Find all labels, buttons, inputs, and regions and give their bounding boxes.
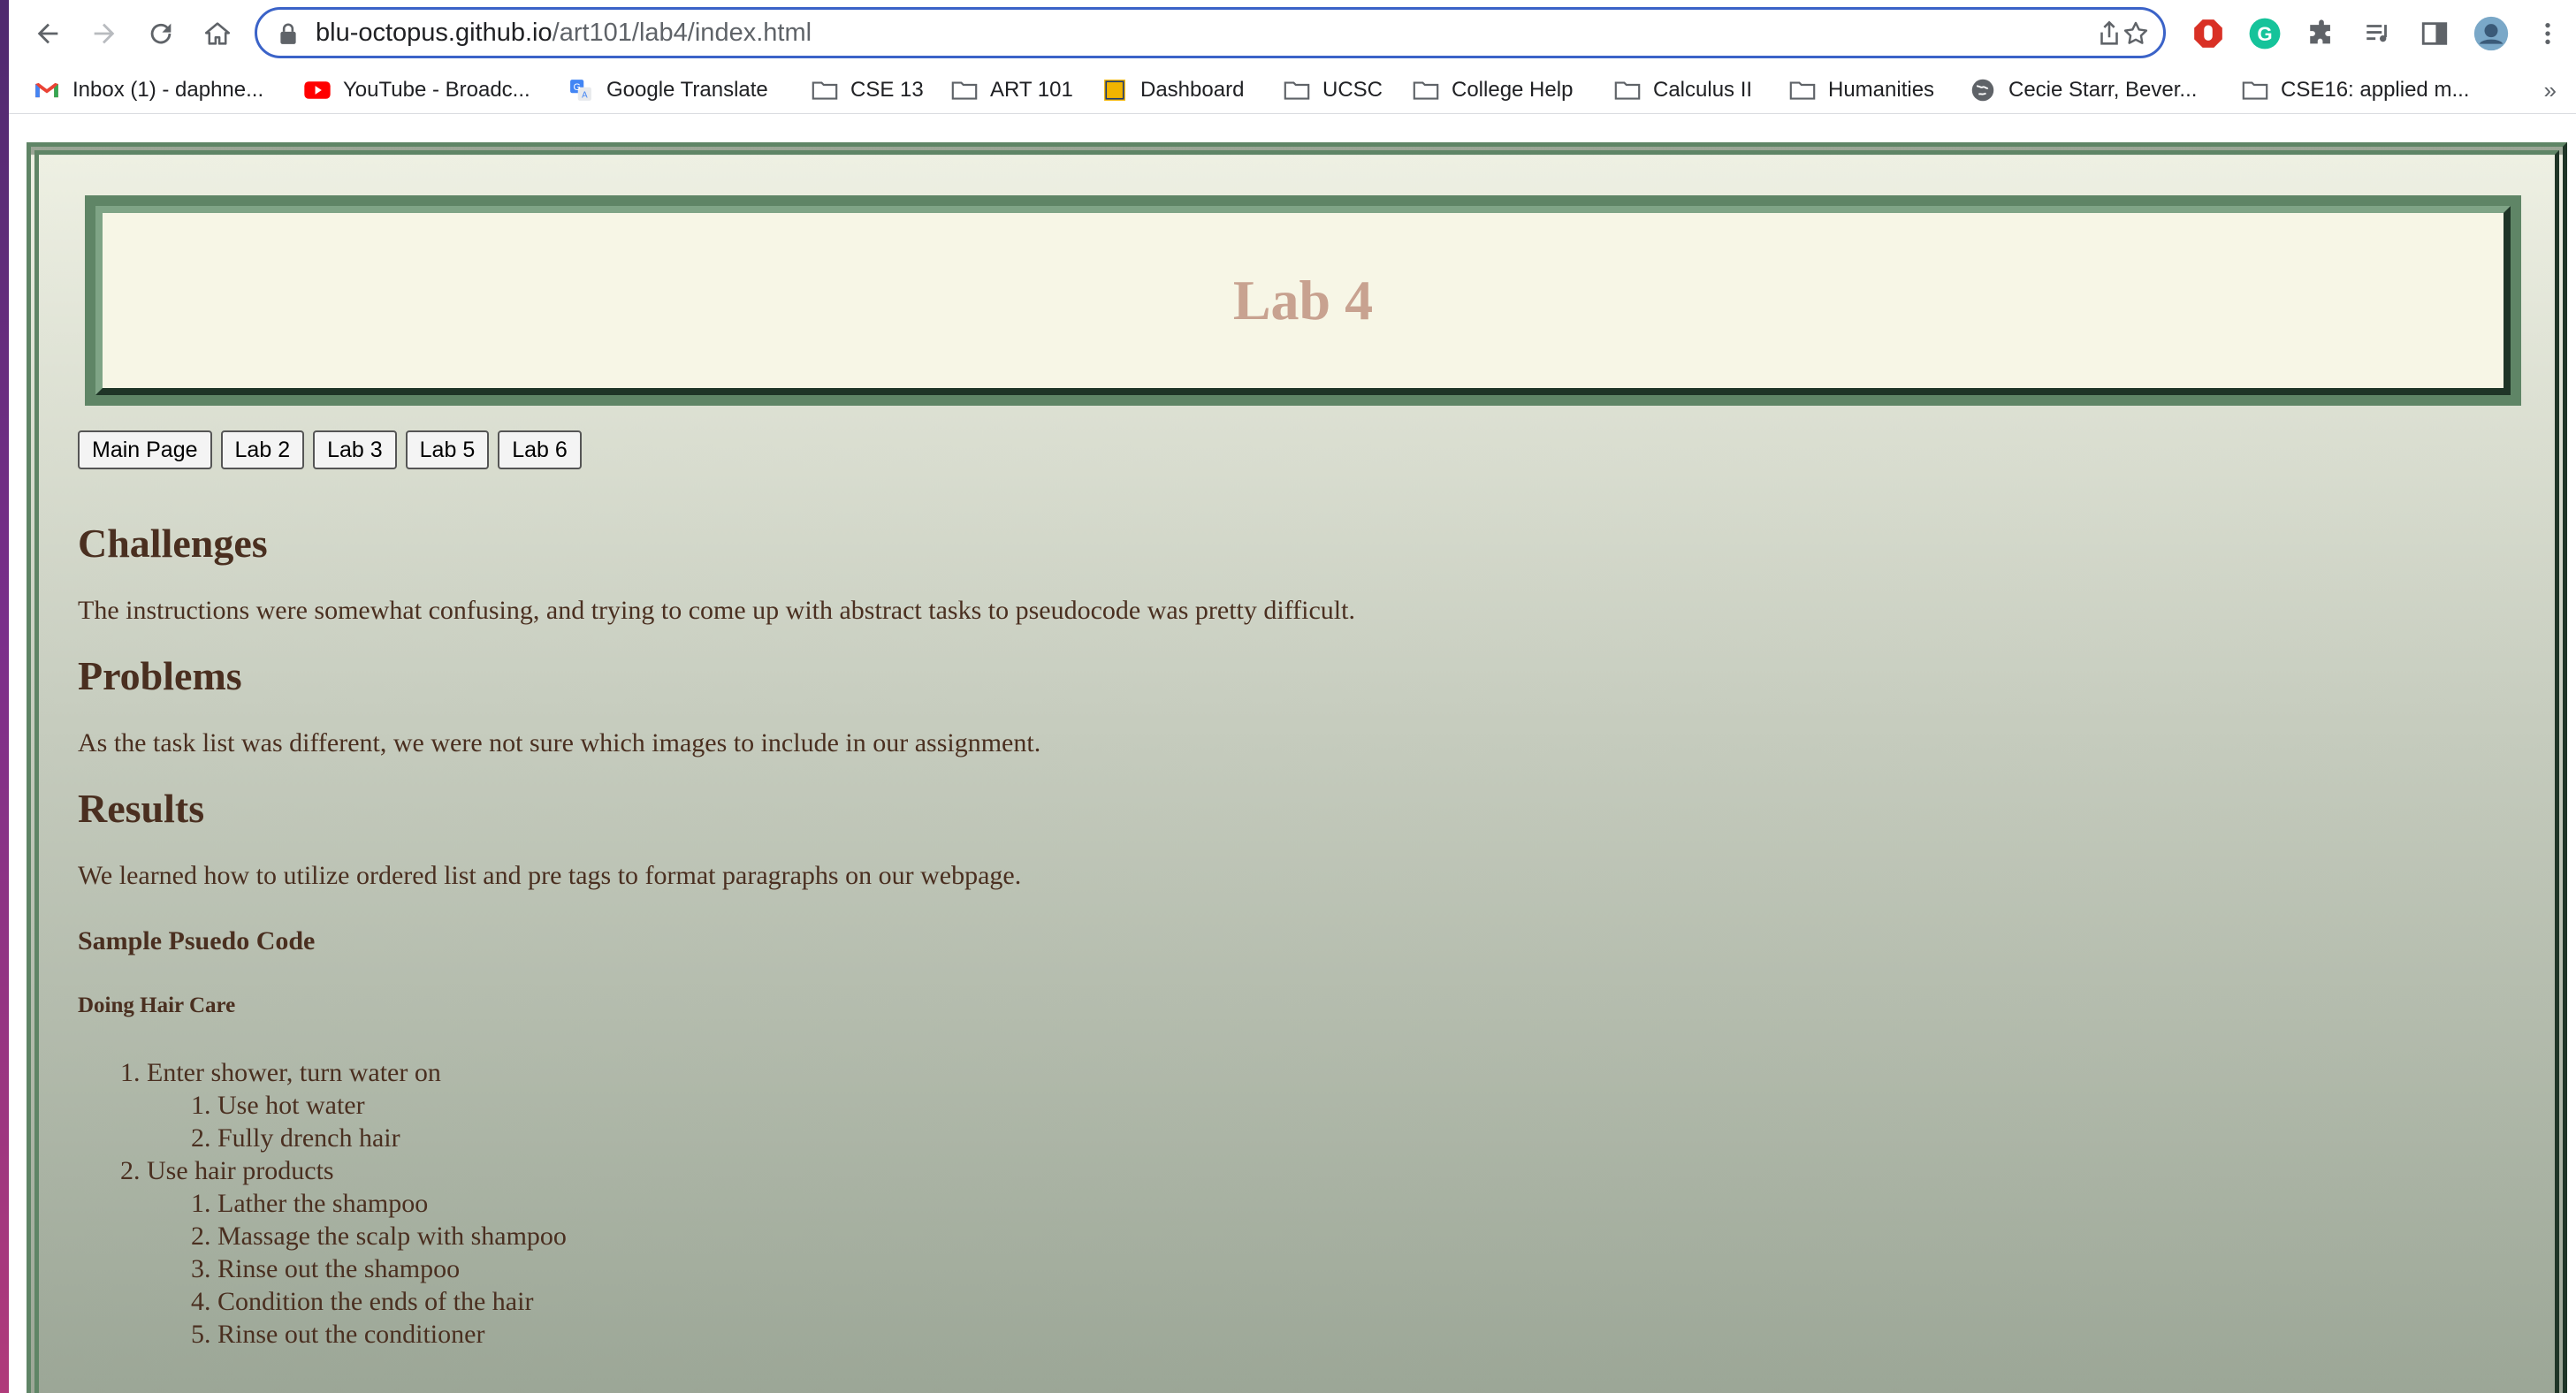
share-icon[interactable]	[2094, 19, 2124, 49]
bookmark-label: Inbox (1) - daphne...	[72, 78, 264, 102]
lab5-button[interactable]: Lab 5	[405, 430, 490, 469]
folder-icon	[812, 79, 838, 102]
gmail-icon	[34, 79, 60, 102]
task-heading: Doing Hair Care	[78, 993, 236, 1017]
bookmark-dashboard[interactable]: Dashboard	[1101, 67, 1244, 113]
problems-text: As the task list was different, we were …	[78, 728, 1041, 757]
bookmark-star-icon[interactable]	[2121, 19, 2151, 49]
home-icon	[204, 22, 231, 45]
svg-text:G: G	[573, 82, 580, 93]
side-panel-icon[interactable]	[2417, 16, 2452, 51]
bookmark-label: CSE16: applied m...	[2281, 78, 2470, 102]
browser-toolbar: blu-octopus.github.io/art101/lab4/index.…	[9, 0, 2576, 67]
main-page-button[interactable]: Main Page	[78, 430, 212, 469]
media-queue-icon[interactable]	[2360, 16, 2396, 51]
results-text: We learned how to utilize ordered list a…	[78, 861, 1022, 890]
url-text: blu-octopus.github.io/art101/lab4/index.…	[316, 10, 812, 56]
lab2-button[interactable]: Lab 2	[220, 430, 305, 469]
challenges-heading: Challenges	[78, 521, 268, 566]
url-host: blu-octopus.github.io	[316, 19, 553, 47]
bookmark-folder-ucsc[interactable]: UCSC	[1284, 67, 1383, 113]
results-heading: Results	[78, 786, 205, 831]
reload-button[interactable]	[138, 11, 184, 57]
chrome-menu-icon[interactable]	[2530, 16, 2565, 51]
list-item: 2. Massage the scalp with shampoo	[191, 1222, 567, 1251]
url-path: /art101/lab4/index.html	[552, 19, 812, 47]
bookmark-label: College Help	[1452, 78, 1574, 102]
list-item: 1. Enter shower, turn water on	[120, 1058, 441, 1087]
folder-icon	[1413, 79, 1439, 102]
bookmark-label: CSE 13	[850, 78, 924, 102]
extensions-puzzle-icon[interactable]	[2304, 16, 2339, 51]
home-button[interactable]	[194, 11, 240, 57]
svg-text:G: G	[2257, 23, 2272, 45]
bookmark-label: YouTube - Broadc...	[343, 78, 530, 102]
bookmark-label: Dashboard	[1140, 78, 1245, 102]
list-item: 5. Rinse out the conditioner	[191, 1320, 485, 1349]
pseudo-code-heading: Sample Psuedo Code	[78, 926, 316, 955]
hair-care-steps: 1. Enter shower, turn water on 1. Use ho…	[78, 1056, 2465, 1351]
page-content: Challenges The instructions were somewha…	[78, 508, 2465, 1351]
bookmark-label: UCSC	[1322, 78, 1383, 102]
lab3-button[interactable]: Lab 3	[313, 430, 397, 469]
web-page: Lab 4 Main Page Lab 2 Lab 3 Lab 5 Lab 6 …	[9, 114, 2576, 1393]
page-title: Lab 4	[1232, 269, 1374, 331]
list-item: 2. Fully drench hair	[191, 1123, 400, 1153]
folder-icon	[951, 79, 978, 102]
google-translate-icon: GA	[568, 79, 594, 102]
forward-button[interactable]	[81, 11, 127, 57]
page-frame: Lab 4 Main Page Lab 2 Lab 3 Lab 5 Lab 6 …	[27, 142, 2567, 1393]
svg-text:A: A	[582, 91, 588, 101]
back-button[interactable]	[25, 11, 71, 57]
bookmark-label: Calculus II	[1653, 78, 1753, 102]
bookmarks-overflow-button[interactable]: »	[2544, 67, 2557, 113]
bookmark-label: Humanities	[1828, 78, 1935, 102]
folder-icon	[1284, 79, 1310, 102]
ucsc-icon	[1101, 79, 1128, 102]
lab6-button[interactable]: Lab 6	[498, 430, 582, 469]
lab-navigation: Main Page Lab 2 Lab 3 Lab 5 Lab 6	[78, 430, 582, 469]
bookmark-label: Cecie Starr, Bever...	[2008, 78, 2198, 102]
lock-icon	[280, 23, 296, 44]
bookmark-label: Google Translate	[606, 78, 768, 102]
challenges-text: The instructions were somewhat confusing…	[78, 596, 1355, 625]
list-item: 2. Use hair products	[120, 1156, 334, 1185]
problems-heading: Problems	[78, 653, 242, 698]
bookmark-folder-art101[interactable]: ART 101	[951, 67, 1073, 113]
grammarly-extension-icon[interactable]: G	[2247, 16, 2283, 51]
bookmark-folder-humanities[interactable]: Humanities	[1789, 67, 1934, 113]
folder-icon	[2242, 79, 2268, 102]
list-item: 4. Condition the ends of the hair	[191, 1287, 534, 1316]
bookmark-folder-college-help[interactable]: College Help	[1413, 67, 1573, 113]
bookmark-google-translate[interactable]: GA Google Translate	[568, 67, 768, 113]
bookmark-folder-calculus-ii[interactable]: Calculus II	[1614, 67, 1752, 113]
forward-arrow-icon	[94, 23, 115, 44]
youtube-icon	[304, 79, 331, 102]
bookmark-inbox[interactable]: Inbox (1) - daphne...	[34, 67, 263, 113]
reload-icon	[150, 23, 171, 44]
list-item: 1. Lather the shampoo	[191, 1189, 429, 1218]
window-edge	[0, 0, 9, 1393]
bookmark-youtube[interactable]: YouTube - Broadc...	[304, 67, 530, 113]
header-banner: Lab 4	[85, 195, 2521, 406]
bookmark-label: ART 101	[990, 78, 1073, 102]
bookmark-cecie-starr[interactable]: Cecie Starr, Bever...	[1970, 67, 2197, 113]
back-arrow-icon	[37, 23, 58, 44]
list-item: 3. Rinse out the shampoo	[191, 1254, 461, 1283]
bookmarks-bar: Inbox (1) - daphne... YouTube - Broadc..…	[9, 67, 2576, 114]
globe-icon	[1970, 79, 1996, 102]
header-inner: Lab 4	[95, 206, 2511, 395]
folder-icon	[1789, 79, 1816, 102]
bookmark-folder-cse16[interactable]: CSE16: applied m...	[2242, 67, 2469, 113]
adblock-extension-icon[interactable]	[2191, 16, 2226, 51]
bookmark-folder-cse13[interactable]: CSE 13	[812, 67, 924, 113]
folder-icon	[1614, 79, 1641, 102]
profile-avatar[interactable]	[2473, 16, 2509, 51]
list-item: 1. Use hot water	[191, 1091, 365, 1120]
address-bar[interactable]: blu-octopus.github.io/art101/lab4/index.…	[255, 7, 2166, 58]
